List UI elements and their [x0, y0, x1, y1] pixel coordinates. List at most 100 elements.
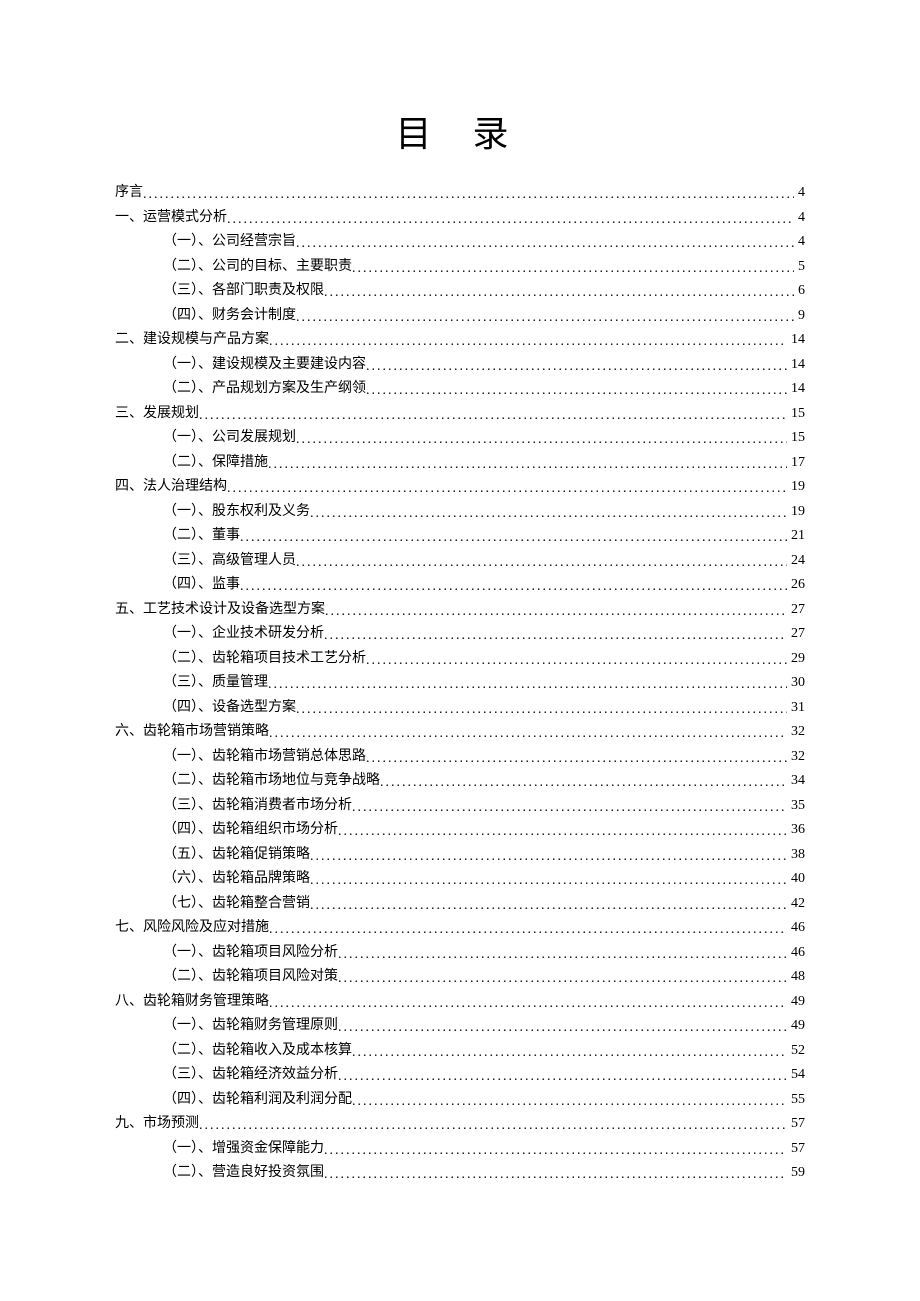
toc-entry[interactable]: （一）、股东权利及义务 19: [115, 500, 805, 525]
toc-entry-label: （三）、质量管理: [115, 671, 268, 696]
toc-entry[interactable]: （二）、营造良好投资氛围59: [115, 1161, 805, 1186]
toc-entry-page: 31: [787, 696, 805, 721]
toc-entry-label: 四、法人治理结构: [115, 475, 227, 500]
toc-leader-dots: [352, 796, 787, 821]
toc-entry[interactable]: 六、齿轮箱市场营销策略32: [115, 720, 805, 745]
toc-entry[interactable]: （四）、齿轮箱组织市场分析36: [115, 818, 805, 843]
toc-entry-label: （五）、齿轮箱促销策略: [115, 843, 310, 868]
toc-entry-label: （一）、公司经营宗旨: [115, 230, 296, 255]
toc-entry-label: （一）、齿轮箱市场营销总体思路: [115, 745, 366, 770]
toc-entry[interactable]: （二）、齿轮箱收入及成本核算52: [115, 1039, 805, 1064]
toc-leader-dots: [296, 551, 787, 576]
toc-entry[interactable]: （一）、企业技术研发分析27: [115, 622, 805, 647]
toc-leader-dots: [366, 379, 787, 404]
toc-leader-dots: [324, 281, 794, 306]
toc-entry[interactable]: 五、工艺技术设计及设备选型方案 27: [115, 598, 805, 623]
toc-entry-page: 34: [787, 769, 805, 794]
toc-entry[interactable]: （一）、公司发展规划15: [115, 426, 805, 451]
toc-entry-label: （四）、财务会计制度: [115, 304, 296, 329]
toc-leader-dots: [366, 649, 787, 674]
toc-entry-page: 27: [787, 598, 805, 623]
toc-entry[interactable]: （二）、齿轮箱市场地位与竞争战略 34: [115, 769, 805, 794]
toc-entry-label: 五、工艺技术设计及设备选型方案: [115, 598, 325, 623]
toc-entry-label: （二）、齿轮箱市场地位与竞争战略: [115, 769, 380, 794]
toc-entry[interactable]: （一）、齿轮箱市场营销总体思路32: [115, 745, 805, 770]
toc-entry-label: （一）、齿轮箱财务管理原则: [115, 1014, 338, 1039]
toc-entry-page: 14: [787, 328, 805, 353]
toc-entry-page: 19: [787, 500, 805, 525]
toc-entry[interactable]: （七）、齿轮箱整合营销42: [115, 892, 805, 917]
toc-leader-dots: [310, 894, 787, 919]
toc-entry-page: 42: [787, 892, 805, 917]
toc-entry-label: （四）、齿轮箱组织市场分析: [115, 818, 338, 843]
toc-entry-label: 三、发展规划: [115, 402, 199, 427]
toc-leader-dots: [143, 183, 794, 208]
toc-entry[interactable]: （六）、齿轮箱品牌策略40: [115, 867, 805, 892]
toc-entry[interactable]: （二）、齿轮箱项目技术工艺分析29: [115, 647, 805, 672]
toc-entry-page: 40: [787, 867, 805, 892]
toc-entry[interactable]: 八、齿轮箱财务管理策略49: [115, 990, 805, 1015]
toc-leader-dots: [199, 404, 787, 429]
toc-leader-dots: [310, 502, 787, 527]
toc-leader-dots: [269, 992, 787, 1017]
toc-entry[interactable]: （三）、齿轮箱消费者市场分析35: [115, 794, 805, 819]
toc-leader-dots: [324, 624, 787, 649]
toc-entry-page: 57: [787, 1137, 805, 1162]
toc-leader-dots: [227, 477, 787, 502]
toc-entry[interactable]: （四）、财务会计制度9: [115, 304, 805, 329]
toc-leader-dots: [366, 355, 787, 380]
toc-entry-label: （二）、齿轮箱项目技术工艺分析: [115, 647, 366, 672]
toc-leader-dots: [338, 1065, 787, 1090]
toc-entry-label: （四）、齿轮箱利润及利润分配: [115, 1088, 352, 1113]
toc-leader-dots: [352, 257, 794, 282]
toc-entry[interactable]: 九、市场预测57: [115, 1112, 805, 1137]
toc-entry-page: 46: [787, 941, 805, 966]
toc-entry-label: （二）、产品规划方案及生产纲领: [115, 377, 366, 402]
toc-entry-label: （一）、公司发展规划: [115, 426, 296, 451]
toc-entry[interactable]: （二）、保障措施17: [115, 451, 805, 476]
toc-entry-label: （一）、建设规模及主要建设内容: [115, 353, 366, 378]
toc-entry-label: （二）、保障措施: [115, 451, 268, 476]
toc-entry-label: （四）、设备选型方案: [115, 696, 296, 721]
toc-entry[interactable]: 三、发展规划15: [115, 402, 805, 427]
toc-leader-dots: [269, 918, 787, 943]
toc-leader-dots: [324, 1163, 787, 1188]
toc-entry-label: （一）、企业技术研发分析: [115, 622, 324, 647]
toc-entry[interactable]: （五）、齿轮箱促销策略38: [115, 843, 805, 868]
toc-entry[interactable]: （四）、监事26: [115, 573, 805, 598]
toc-entry[interactable]: （一）、公司经营宗旨4: [115, 230, 805, 255]
toc-entry[interactable]: （一）、增强资金保障能力57: [115, 1137, 805, 1162]
toc-entry[interactable]: （一）、齿轮箱财务管理原则49: [115, 1014, 805, 1039]
toc-entry-label: （三）、齿轮箱消费者市场分析: [115, 794, 352, 819]
toc-entry[interactable]: 一、运营模式分析4: [115, 206, 805, 231]
toc-entry-page: 54: [787, 1063, 805, 1088]
toc-entry[interactable]: （三）、各部门职责及权限6: [115, 279, 805, 304]
toc-entry[interactable]: （四）、齿轮箱利润及利润分配 55: [115, 1088, 805, 1113]
toc-entry-label: （二）、齿轮箱项目风险对策: [115, 965, 338, 990]
toc-entry-page: 55: [787, 1088, 805, 1113]
toc-entry-page: 59: [787, 1161, 805, 1186]
toc-entry[interactable]: （一）、建设规模及主要建设内容14: [115, 353, 805, 378]
toc-entry-label: （二）、董事: [115, 524, 240, 549]
toc-entry[interactable]: （二）、齿轮箱项目风险对策48: [115, 965, 805, 990]
toc-entry[interactable]: 四、法人治理结构19: [115, 475, 805, 500]
toc-entry[interactable]: （二）、公司的目标、主要职责5: [115, 255, 805, 280]
toc-leader-dots: [310, 869, 787, 894]
toc-entry[interactable]: （三）、高级管理人员24: [115, 549, 805, 574]
toc-entry[interactable]: （一）、齿轮箱项目风险分析46: [115, 941, 805, 966]
toc-entry[interactable]: （二）、董事 21: [115, 524, 805, 549]
toc-entry[interactable]: 序言4: [115, 181, 805, 206]
toc-entry-page: 21: [787, 524, 805, 549]
toc-entry[interactable]: （二）、产品规划方案及生产纲领14: [115, 377, 805, 402]
toc-entry[interactable]: （四）、设备选型方案 31: [115, 696, 805, 721]
toc-entry-page: 52: [787, 1039, 805, 1064]
toc-leader-dots: [296, 428, 787, 453]
toc-leader-dots: [352, 1090, 787, 1115]
toc-entry[interactable]: 七、风险风险及应对措施46: [115, 916, 805, 941]
toc-entry-label: （一）、股东权利及义务: [115, 500, 310, 525]
toc-entry[interactable]: （三）、质量管理30: [115, 671, 805, 696]
table-of-contents: 序言4一、运营模式分析4（一）、公司经营宗旨4（二）、公司的目标、主要职责5（三…: [115, 181, 805, 1186]
toc-entry[interactable]: 二、建设规模与产品方案14: [115, 328, 805, 353]
toc-leader-dots: [296, 232, 794, 257]
toc-entry[interactable]: （三）、齿轮箱经济效益分析54: [115, 1063, 805, 1088]
